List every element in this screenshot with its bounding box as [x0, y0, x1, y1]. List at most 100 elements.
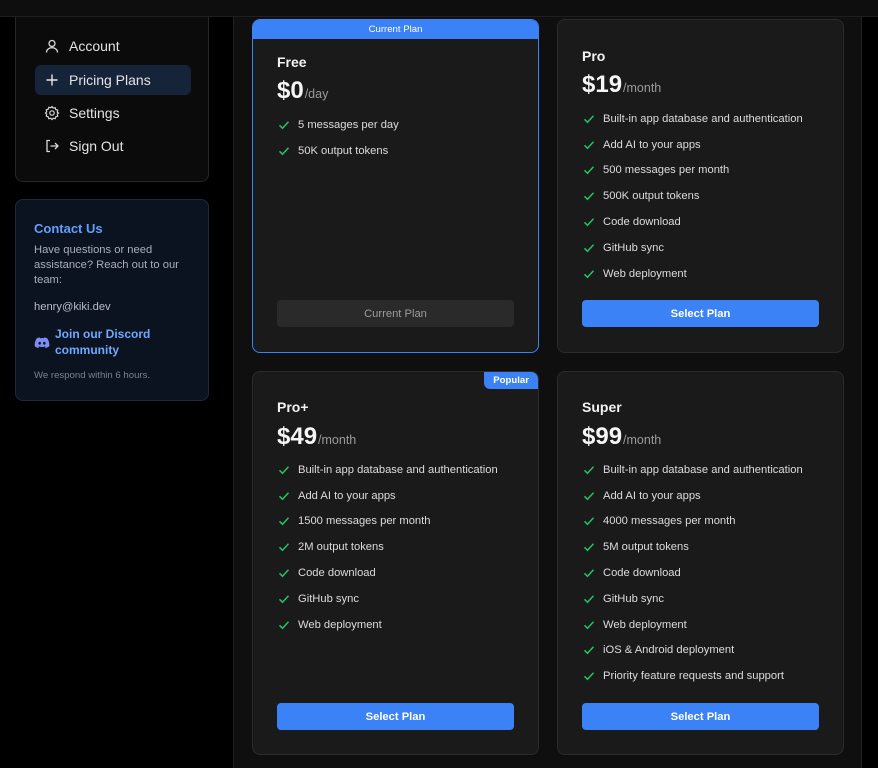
feature-item: 50K output tokens [277, 138, 399, 164]
select-plan-button[interactable]: Select Plan [277, 703, 514, 730]
feature-list: Built-in app database and authentication… [277, 457, 498, 638]
feature-item: 5M output tokens [582, 534, 803, 560]
plan-price: $0 /day [277, 77, 328, 105]
feature-text: GitHub sync [603, 592, 664, 605]
check-icon [582, 540, 596, 554]
check-icon [582, 592, 596, 606]
feature-text: 50K output tokens [298, 144, 389, 157]
sidebar-item-label: Account [69, 38, 120, 54]
discord-link[interactable]: Join our Discord community [34, 327, 165, 358]
price-amount: $49 [277, 423, 318, 450]
feature-text: 1500 messages per month [298, 515, 431, 528]
contact-title: Contact Us [34, 221, 103, 236]
check-icon [582, 643, 596, 657]
sidebar-item-label: Settings [69, 105, 120, 121]
feature-text: Web deployment [298, 618, 382, 631]
feature-item: Priority feature requests and support [582, 663, 803, 689]
feature-text: 5 messages per day [298, 118, 399, 131]
check-icon [582, 241, 596, 255]
feature-text: 4000 messages per month [603, 515, 736, 528]
check-icon [277, 144, 291, 158]
feature-text: Built-in app database and authentication [298, 463, 498, 476]
contact-description: Have questions or need assistance? Reach… [34, 244, 179, 286]
sidebar-item-pricing-plans[interactable]: Pricing Plans [35, 65, 191, 95]
check-icon [277, 566, 291, 580]
feature-item: Code download [582, 560, 803, 586]
feature-item: Built-in app database and authentication [582, 106, 803, 132]
check-icon [277, 514, 291, 528]
select-plan-button[interactable]: Select Plan [582, 703, 819, 730]
feature-item: Built-in app database and authentication [277, 457, 498, 483]
pricing-panel: Current Plan Free $0 /day 5 messages per… [233, 17, 862, 768]
feature-item: Built-in app database and authentication [582, 457, 803, 483]
plan-card-super: Super $99 /month Built-in app database a… [557, 371, 844, 755]
current-plan-banner: Current Plan [253, 20, 538, 39]
feature-text: Add AI to your apps [298, 489, 396, 502]
feature-item: GitHub sync [582, 235, 803, 261]
current-plan-button[interactable]: Current Plan [277, 300, 514, 327]
discord-label: Join our Discord community [55, 327, 151, 357]
check-icon [582, 669, 596, 683]
feature-item: Code download [582, 209, 803, 235]
feature-item: GitHub sync [582, 586, 803, 612]
feature-text: Built-in app database and authentication [603, 112, 803, 125]
feature-item: Web deployment [277, 612, 498, 638]
plan-card-pro: Pro $19 /month Built-in app database and… [557, 19, 844, 353]
sidebar-item-settings[interactable]: Settings [35, 98, 191, 128]
check-icon [277, 463, 291, 477]
plan-price: $19 /month [582, 71, 661, 99]
feature-item: 500K output tokens [582, 183, 803, 209]
user-icon [44, 38, 60, 54]
feature-item: Web deployment [582, 612, 803, 638]
price-period: /month [623, 433, 662, 447]
feature-text: Web deployment [603, 267, 687, 280]
check-icon [582, 112, 596, 126]
price-amount: $19 [582, 71, 623, 98]
plan-price: $49 /month [277, 423, 356, 451]
plan-card-pro-plus: Popular Pro+ $49 /month Built-in app dat… [252, 371, 539, 755]
sidebar-item-account[interactable]: Account [35, 31, 191, 61]
plan-name: Pro+ [277, 399, 309, 415]
sidebar-item-sign-out[interactable]: Sign Out [35, 131, 191, 161]
feature-text: iOS & Android deployment [603, 644, 735, 657]
feature-list: 5 messages per day 50K output tokens [277, 112, 399, 164]
contact-note: We respond within 6 hours. [34, 370, 151, 381]
feature-text: GitHub sync [603, 241, 664, 254]
price-period: /day [304, 87, 329, 101]
feature-item: 5 messages per day [277, 112, 399, 138]
sidebar-item-label: Sign Out [69, 138, 124, 154]
plan-name: Free [277, 54, 307, 70]
check-icon [582, 463, 596, 477]
check-icon [277, 489, 291, 503]
check-icon [277, 592, 291, 606]
price-period: /month [318, 433, 357, 447]
feature-item: Web deployment [582, 261, 803, 287]
check-icon [582, 566, 596, 580]
feature-text: Code download [603, 216, 681, 229]
feature-text: 5M output tokens [603, 541, 689, 554]
feature-text: GitHub sync [298, 592, 359, 605]
feature-text: 2M output tokens [298, 541, 384, 554]
plan-name: Pro [582, 48, 606, 64]
feature-text: Add AI to your apps [603, 489, 701, 502]
contact-email[interactable]: henry@kiki.dev [34, 301, 111, 313]
select-plan-button[interactable]: Select Plan [582, 300, 819, 327]
check-icon [582, 618, 596, 632]
feature-item: 1500 messages per month [277, 509, 498, 535]
check-icon [582, 514, 596, 528]
popular-badge: Popular [484, 372, 538, 389]
discord-icon [34, 335, 50, 351]
check-icon [582, 215, 596, 229]
feature-item: 500 messages per month [582, 158, 803, 184]
sign-out-icon [44, 138, 60, 154]
feature-text: Add AI to your apps [603, 138, 701, 151]
feature-list: Built-in app database and authentication… [582, 457, 803, 689]
feature-text: Code download [298, 567, 376, 580]
check-icon [277, 118, 291, 132]
plus-icon [44, 72, 60, 88]
check-icon [582, 489, 596, 503]
contact-card: Contact Us Have questions or need assist… [15, 199, 209, 401]
price-amount: $0 [277, 77, 304, 104]
feature-item: Code download [277, 560, 498, 586]
check-icon [582, 189, 596, 203]
